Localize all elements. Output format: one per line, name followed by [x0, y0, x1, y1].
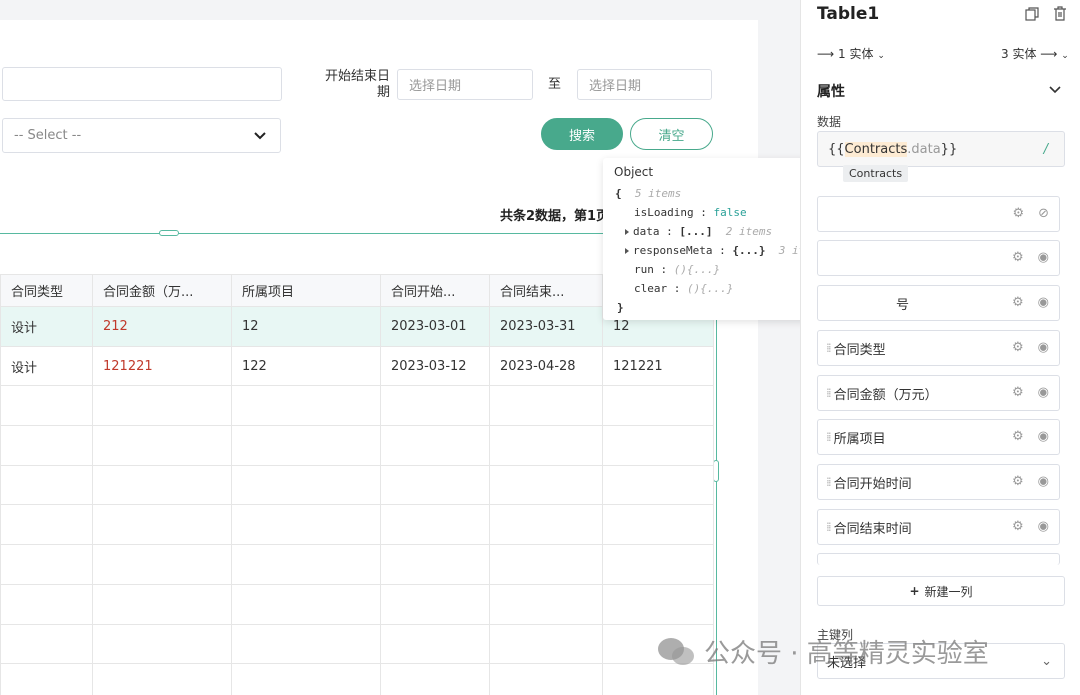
edit-slash-icon[interactable]: /	[1044, 142, 1048, 157]
settings-icon[interactable]: ⚙	[1012, 519, 1024, 534]
section-title: 属性	[817, 84, 845, 100]
drag-handle-icon[interactable]: ⁞⁞	[826, 520, 831, 534]
column-header[interactable]: 所属项目	[231, 274, 381, 307]
date-separator: 至	[548, 77, 562, 92]
collapse-chevron-icon[interactable]	[1049, 86, 1061, 94]
prop-data[interactable]: data : [...] 2 items	[625, 225, 772, 239]
column-item[interactable]: 号 ⚙ ◉	[817, 285, 1060, 321]
prop-responsemeta[interactable]: responseMeta : {...} 3 items	[625, 244, 825, 258]
table-cell: 设计	[0, 306, 93, 347]
column-item[interactable]: ⁞⁞ 合同开始时间 ⚙ ◉	[817, 464, 1060, 500]
settings-icon[interactable]: ⚙	[1012, 385, 1024, 400]
date-range-label: 开始结束日期	[324, 69, 390, 100]
popover-title: Object	[614, 165, 654, 179]
drag-handle-icon[interactable]: ⁞⁞	[826, 386, 831, 400]
table-cell: 2023-04-28	[489, 345, 603, 387]
prop-run: run : (){...}	[634, 263, 721, 276]
empty-row	[0, 544, 714, 585]
column-item[interactable]: ⁞⁞ 合同金额（万元） ⚙ ◉	[817, 375, 1060, 411]
pagination-summary: 共条2数据，第1页	[500, 209, 610, 224]
empty-row	[0, 504, 714, 546]
table-cell: 设计	[0, 345, 93, 387]
chevron-down-icon: ⌄	[877, 51, 885, 61]
settings-icon[interactable]: ⚙	[1012, 250, 1024, 265]
column-header[interactable]: 合同开始...	[380, 274, 490, 307]
filter-select-value: -- Select --	[14, 128, 82, 143]
table-cell: 12	[231, 306, 381, 347]
plus-icon: +	[909, 584, 920, 598]
eye-icon[interactable]: ◉	[1038, 474, 1049, 489]
data-label: 数据	[817, 115, 842, 129]
column-header[interactable]: 合同类型	[0, 274, 93, 307]
clear-button[interactable]: 清空	[630, 118, 713, 150]
chevron-down-icon: ⌄	[1041, 653, 1052, 669]
eye-icon[interactable]: ◉	[1038, 340, 1049, 355]
drag-handle-icon[interactable]: ⁞⁞	[826, 475, 831, 489]
delete-icon[interactable]	[1053, 6, 1067, 21]
empty-row	[0, 623, 714, 665]
drag-handle-icon[interactable]: ⁞⁞	[826, 430, 831, 444]
column-header[interactable]: 合同结束...	[489, 274, 603, 307]
date-to-input[interactable]: 选择日期	[577, 69, 712, 100]
empty-row	[0, 464, 714, 506]
eye-icon[interactable]: ◉	[1038, 295, 1049, 310]
date-from-input[interactable]: 选择日期	[397, 69, 533, 100]
column-item[interactable]: ⁞⁞ 合同类型 ⚙ ◉	[817, 330, 1060, 366]
filter-select[interactable]: -- Select --	[2, 118, 281, 153]
eye-icon[interactable]: ◉	[1038, 250, 1049, 265]
column-item[interactable]: ⁞⁞ 所属项目 ⚙ ◉	[817, 419, 1060, 455]
search-button[interactable]: 搜索	[541, 118, 623, 150]
empty-row	[0, 425, 714, 466]
chevron-down-icon	[254, 132, 266, 140]
component-title: Table1	[817, 4, 880, 24]
expand-caret-icon[interactable]	[625, 248, 629, 254]
table-cell: 2023-03-01	[380, 306, 490, 347]
date-to-placeholder: 选择日期	[589, 79, 642, 94]
keyword-input[interactable]	[2, 67, 282, 101]
settings-icon[interactable]: ⚙	[1012, 295, 1024, 310]
chevron-down-icon: ⌄	[1061, 51, 1069, 61]
entity-tooltip: Contracts	[843, 165, 909, 182]
table-cell: 121221	[602, 345, 714, 387]
prop-clear: clear : (){...}	[634, 282, 734, 295]
prop-isloading: isLoading : false	[634, 206, 747, 219]
empty-row	[0, 663, 714, 695]
table-cell: 2023-03-31	[489, 306, 603, 347]
entity-token: Contracts	[844, 141, 908, 157]
expand-caret-icon[interactable]	[625, 229, 629, 235]
table-cell: 2023-03-12	[380, 345, 490, 387]
column-item-partial[interactable]	[817, 553, 1060, 565]
settings-icon[interactable]: ⚙	[1012, 206, 1024, 221]
date-from-placeholder: 选择日期	[409, 79, 462, 94]
amount-cell: 212	[92, 306, 232, 347]
table-cell: 122	[231, 345, 381, 387]
object-close-line: }	[617, 301, 624, 314]
resize-handle-top[interactable]	[159, 230, 179, 236]
settings-icon[interactable]: ⚙	[1012, 474, 1024, 489]
data-binding-input[interactable]: {{Contracts .data}} /	[817, 131, 1065, 167]
watermark: 公众号 · 高等精灵实验室	[656, 633, 989, 670]
eye-icon[interactable]: ◉	[1038, 385, 1049, 400]
empty-row	[0, 583, 714, 625]
column-header[interactable]: 合同金额（万...	[92, 274, 232, 307]
drag-handle-icon[interactable]: ⁞⁞	[826, 341, 831, 355]
column-item[interactable]: ⚙ ◉	[817, 240, 1060, 276]
wechat-icon	[658, 637, 694, 665]
entity-left-link[interactable]: ⟶ 1 实体 ⌄	[817, 45, 885, 62]
table-row[interactable]: 设计 121221 122 2023-03-12 2023-04-28 1212…	[0, 345, 714, 387]
amount-cell: 121221	[92, 345, 232, 387]
column-item[interactable]: ⁞⁞ 合同结束时间 ⚙ ◉	[817, 509, 1060, 545]
settings-icon[interactable]: ⚙	[1012, 429, 1024, 444]
eye-off-icon[interactable]: ⊘	[1038, 206, 1049, 221]
entity-right-link[interactable]: 3 实体 ⟶ ⌄	[1001, 45, 1069, 62]
eye-icon[interactable]: ◉	[1038, 429, 1049, 444]
copy-icon[interactable]	[1025, 7, 1039, 21]
eye-icon[interactable]: ◉	[1038, 519, 1049, 534]
settings-icon[interactable]: ⚙	[1012, 340, 1024, 355]
add-column-button[interactable]: + 新建一列	[817, 576, 1065, 606]
column-item[interactable]: ⚙ ⊘	[817, 196, 1060, 232]
data-table: 合同类型 合同金额（万... 所属项目 合同开始... 合同结束... 设计 2…	[0, 274, 714, 695]
object-open-line: { 5 items	[615, 187, 682, 200]
empty-row	[0, 385, 714, 427]
